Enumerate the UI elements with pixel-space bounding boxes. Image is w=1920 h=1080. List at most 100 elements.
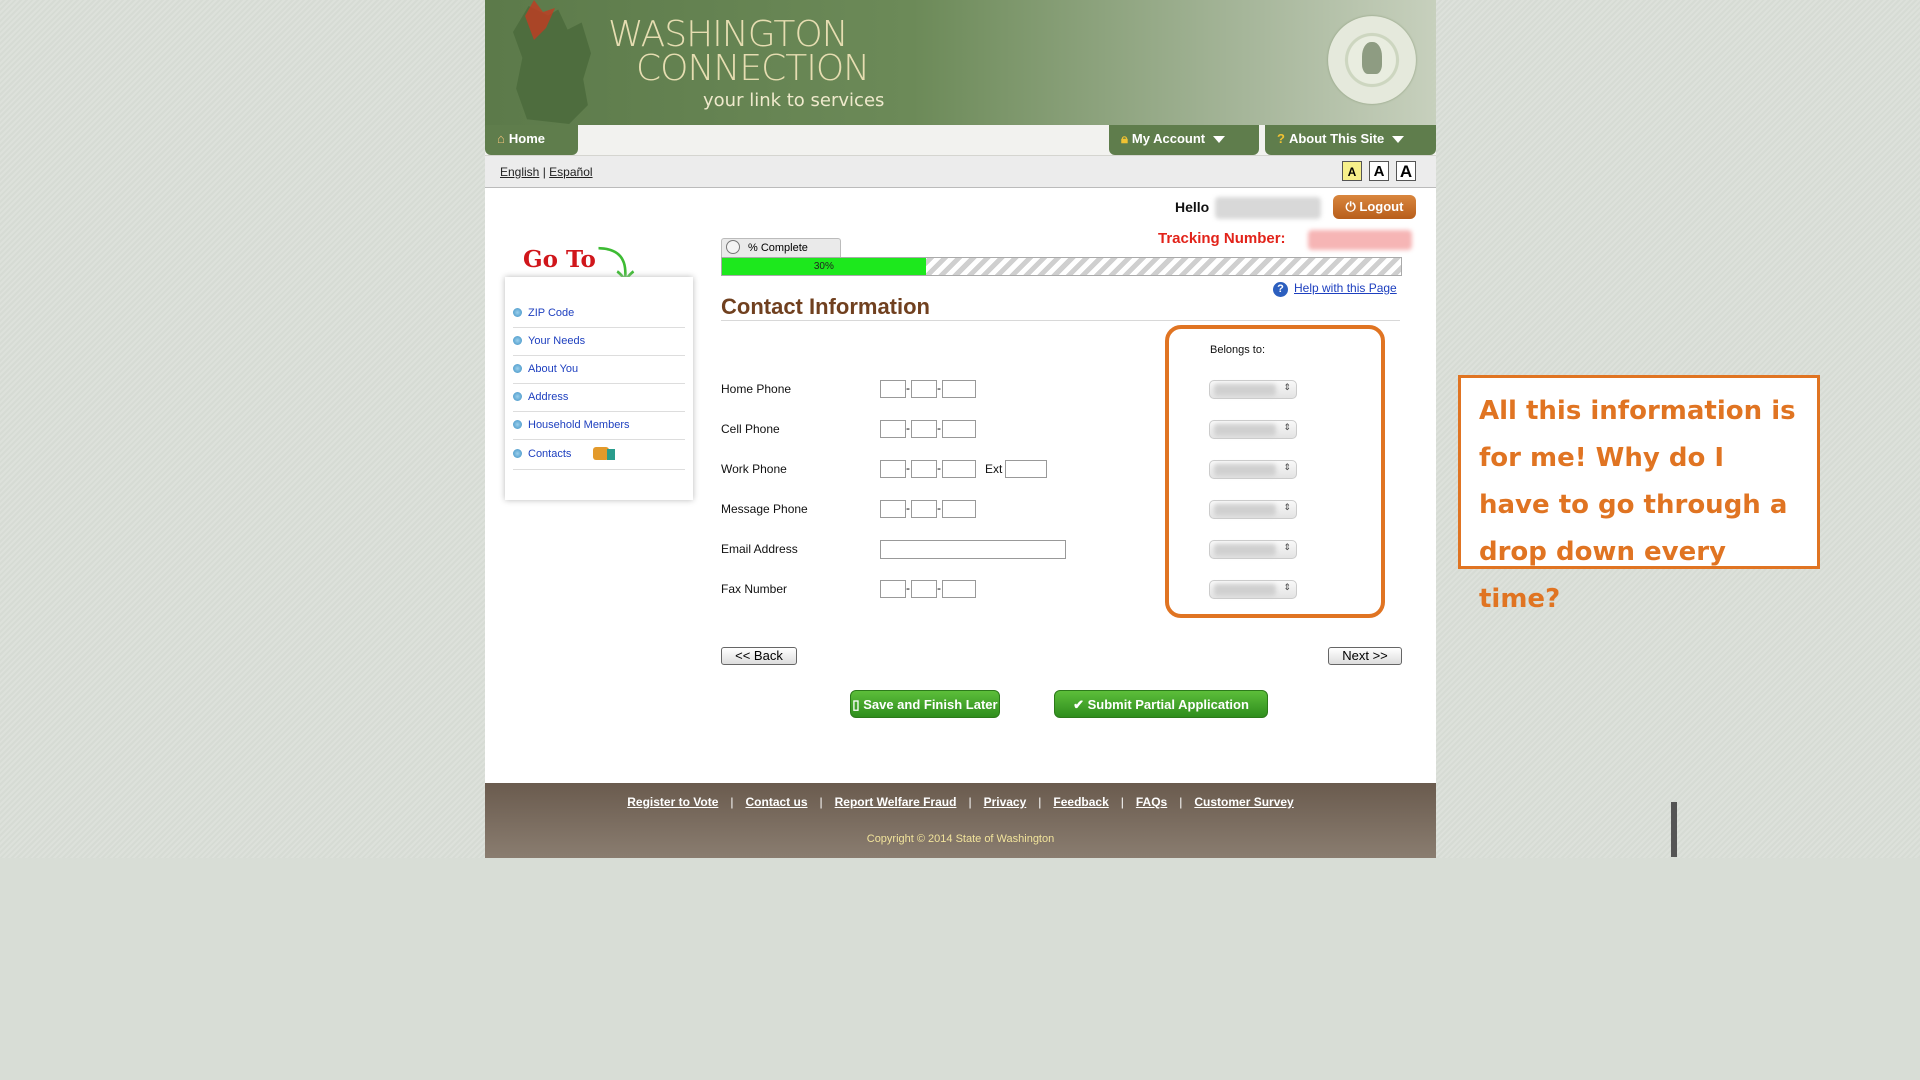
question-icon: ?	[1277, 131, 1285, 146]
footer-sep: |	[968, 795, 972, 809]
goto-item-label: Your Needs	[528, 335, 586, 347]
bullet-icon	[513, 336, 522, 345]
goto-item-zip-code[interactable]: ZIP Code	[513, 300, 685, 328]
footer-link-report-fraud[interactable]: Report Welfare Fraud	[835, 795, 957, 809]
back-button[interactable]: << Back	[721, 647, 797, 665]
goto-item-label: ZIP Code	[528, 307, 575, 319]
footer-sep: |	[1038, 795, 1042, 809]
site-logo[interactable]: WASHINGTON CONNECTION your link to servi…	[608, 17, 885, 112]
work-phone-line-input[interactable]	[942, 460, 976, 478]
redacted-tracking-number	[1308, 230, 1412, 250]
dash: -	[937, 501, 941, 515]
font-size-small-button[interactable]: A	[1342, 161, 1362, 181]
dash: -	[937, 421, 941, 435]
goto-item-contacts[interactable]: Contacts	[513, 441, 685, 470]
footer-links: Register to Vote | Contact us | Report Welfa…	[485, 795, 1436, 809]
spanish-link[interactable]: Español	[549, 165, 592, 179]
progress-label: % Complete	[748, 242, 808, 254]
cell-phone-area-input[interactable]	[880, 420, 906, 438]
fax-line-input[interactable]	[942, 580, 976, 598]
nav-my-account-button[interactable]: 🔒︎ My Account	[1109, 125, 1259, 155]
home-phone-area-input[interactable]	[880, 380, 906, 398]
message-phone-label: Message Phone	[721, 502, 808, 516]
next-button[interactable]: Next >>	[1328, 647, 1402, 665]
cell-phone-line-input[interactable]	[942, 420, 976, 438]
work-phone-label: Work Phone	[721, 462, 787, 476]
language-bar: English | Español A A A	[485, 156, 1436, 188]
pointing-hand-icon	[593, 447, 615, 460]
lock-icon: 🔒︎	[1121, 131, 1128, 146]
annotation-highlight-box	[1165, 325, 1385, 618]
goto-item-about-you[interactable]: About You	[513, 356, 685, 384]
footer-link-feedback[interactable]: Feedback	[1053, 795, 1108, 809]
submit-partial-button[interactable]: ✔ Submit Partial Application	[1054, 690, 1268, 718]
footer-link-faqs[interactable]: FAQs	[1136, 795, 1167, 809]
message-phone-prefix-input[interactable]	[911, 500, 937, 518]
english-link[interactable]: English	[500, 165, 539, 179]
goto-item-your-needs[interactable]: Your Needs	[513, 328, 685, 356]
home-phone-label: Home Phone	[721, 382, 792, 396]
browser-page: WASHINGTON CONNECTION your link to servi…	[485, 0, 1436, 858]
goto-item-label: Address	[528, 391, 569, 403]
goto-item-label: Household Members	[528, 419, 630, 431]
scrollbar-thumb[interactable]	[1671, 802, 1677, 857]
cell-phone-prefix-input[interactable]	[911, 420, 937, 438]
footer-link-privacy[interactable]: Privacy	[984, 795, 1027, 809]
nav-home-button[interactable]: ⌂ Home	[485, 125, 578, 155]
goto-item-label: About You	[528, 363, 579, 375]
message-phone-area-input[interactable]	[880, 500, 906, 518]
help-link[interactable]: ? Help with this Page	[1273, 281, 1397, 297]
footer-link-contact[interactable]: Contact us	[746, 795, 808, 809]
footer-sep: |	[819, 795, 823, 809]
logout-label: Logout	[1359, 199, 1404, 214]
footer-link-register-vote[interactable]: Register to Vote	[627, 795, 718, 809]
work-phone-prefix-input[interactable]	[911, 460, 937, 478]
fax-prefix-input[interactable]	[911, 580, 937, 598]
logo-tagline: your link to services	[703, 90, 885, 111]
dash: -	[906, 421, 910, 435]
goto-item-address[interactable]: Address	[513, 384, 685, 412]
home-phone-line-input[interactable]	[942, 380, 976, 398]
goto-title: Go To	[523, 246, 596, 273]
work-phone-area-input[interactable]	[880, 460, 906, 478]
chevron-down-icon	[1213, 136, 1226, 144]
save-finish-later-button[interactable]: ▯ Save and Finish Later	[850, 690, 1000, 718]
bullet-icon	[513, 392, 522, 401]
goto-item-household-members[interactable]: Household Members	[513, 412, 685, 440]
nav-about-label: About This Site	[1288, 131, 1385, 146]
greeting: Hello	[1175, 199, 1210, 215]
progress-label-tab: % Complete	[721, 238, 841, 258]
copyright: Copyright © 2014 State of Washington	[866, 833, 1055, 845]
save-label: Save and Finish Later	[863, 697, 998, 712]
main-nav: ⌂ Home 🔒︎ My Account ? About This Site	[485, 125, 1436, 156]
message-phone-line-input[interactable]	[942, 500, 976, 518]
bullet-icon	[513, 364, 522, 373]
font-size-medium-button[interactable]: A	[1369, 161, 1389, 181]
email-input[interactable]	[880, 540, 1066, 559]
cell-phone-label: Cell Phone	[721, 422, 780, 436]
help-label: Help with this Page	[1294, 281, 1397, 295]
submit-label: Submit Partial Application	[1087, 697, 1249, 712]
logout-button[interactable]: ⏻ Logout	[1333, 195, 1416, 219]
work-phone-ext-input[interactable]	[1005, 460, 1047, 478]
washington-map-graphic	[513, 6, 591, 124]
home-phone-prefix-input[interactable]	[911, 380, 937, 398]
home-icon: ⌂	[497, 131, 505, 146]
bullet-icon	[513, 308, 522, 317]
fax-area-input[interactable]	[880, 580, 906, 598]
bullet-icon	[513, 420, 522, 429]
divider	[721, 320, 1400, 321]
annotation-callout: All this information is for me! Why do I…	[1458, 375, 1820, 614]
email-label: Email Address	[721, 542, 798, 556]
state-seal-icon	[1328, 16, 1416, 104]
dash: -	[906, 381, 910, 395]
footer-sep: |	[1120, 795, 1124, 809]
font-size-large-button[interactable]: A	[1396, 161, 1416, 181]
help-icon: ?	[1273, 282, 1288, 297]
redacted-username	[1215, 197, 1321, 219]
goto-item-label: Contacts	[528, 448, 572, 460]
footer-link-survey[interactable]: Customer Survey	[1194, 795, 1293, 809]
footer-sep: |	[1179, 795, 1183, 809]
nav-about-button[interactable]: ? About This Site	[1265, 125, 1436, 155]
tracking-number-label: Tracking Number:	[1158, 230, 1286, 247]
